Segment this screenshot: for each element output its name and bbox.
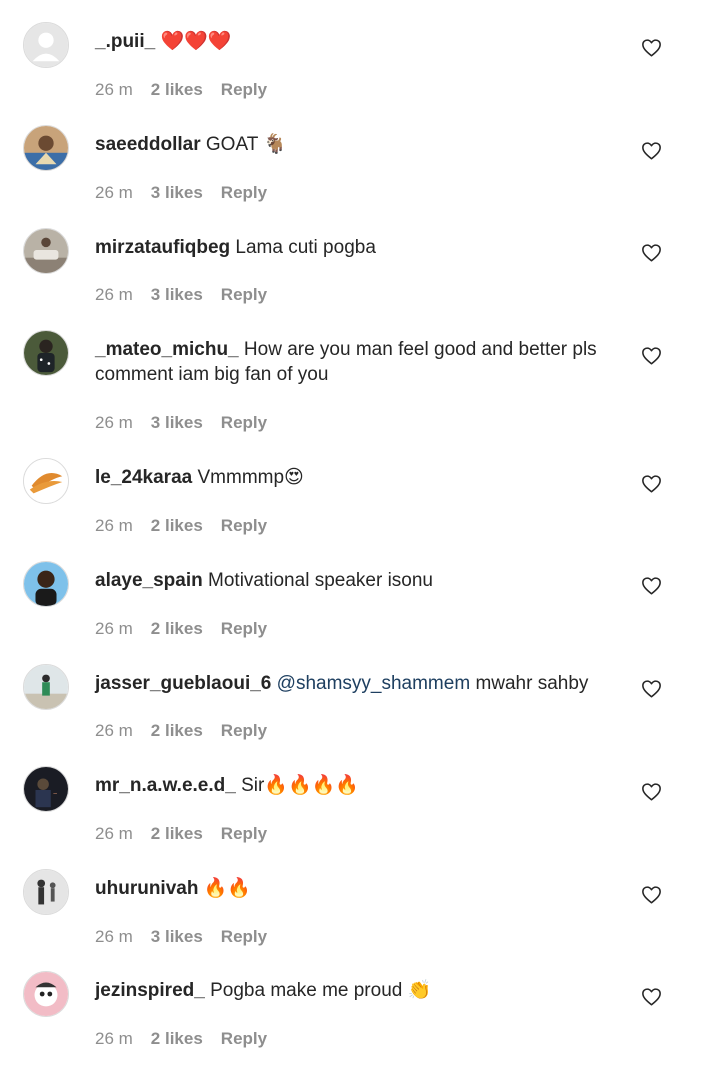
comment-text: Motivational speaker isonu — [208, 570, 433, 591]
comment-text: GOAT 🐐 — [205, 134, 287, 155]
comment-username[interactable]: le_24karaa — [95, 467, 192, 488]
comment-timestamp: 26 m — [95, 285, 133, 304]
likes-count-button[interactable]: 3 likes — [151, 413, 203, 432]
comment-timestamp: 26 m — [95, 80, 133, 99]
comment-timestamp: 26 m — [95, 516, 133, 535]
avatar[interactable] — [23, 561, 69, 607]
comment-body: jasser_gueblaoui_6 @shamsyy_shammem mwah… — [95, 671, 625, 696]
comment-timestamp: 26 m — [95, 619, 133, 638]
likes-count-button[interactable]: 2 likes — [151, 619, 203, 638]
comment-timestamp: 26 m — [95, 824, 133, 843]
heart-outline-icon[interactable] — [641, 38, 662, 57]
comment-timestamp: 26 m — [95, 413, 133, 432]
avatar[interactable] — [23, 458, 69, 504]
comment-body: le_24karaa Vmmmmp😍 — [95, 465, 625, 490]
comment-username[interactable]: _.puii_ — [95, 31, 155, 52]
comment-body: alaye_spain Motivational speaker isonu — [95, 568, 625, 593]
comment-body: _.puii_ ❤️❤️❤️ — [95, 29, 625, 54]
reply-button[interactable]: Reply — [221, 183, 267, 202]
reply-button[interactable]: Reply — [221, 927, 267, 946]
avatar[interactable] — [23, 125, 69, 171]
comment-timestamp: 26 m — [95, 927, 133, 946]
heart-outline-icon[interactable] — [641, 679, 662, 698]
likes-count-button[interactable]: 3 likes — [151, 183, 203, 202]
comment-body: _mateo_michu_ How are you man feel good … — [95, 337, 625, 387]
comment-text: 🔥🔥 — [203, 878, 252, 899]
comment-text: Vmmmmp😍 — [197, 467, 304, 488]
comment-username[interactable]: _mateo_michu_ — [95, 339, 239, 360]
comment-username[interactable]: mr_n.a.w.e.e.d_ — [95, 775, 236, 796]
comment-meta: 26 m 2 likes Reply — [95, 824, 267, 844]
avatar[interactable] — [23, 869, 69, 915]
comment-meta: 26 m 2 likes Reply — [95, 80, 267, 100]
comment-username[interactable]: mirzataufiqbeg — [95, 237, 230, 258]
default-avatar-icon[interactable] — [23, 22, 69, 68]
comment-text: mwahr sahby — [475, 673, 589, 694]
comment-meta: 26 m 2 likes Reply — [95, 721, 267, 741]
comment-username[interactable]: uhurunivah — [95, 878, 198, 899]
heart-outline-icon[interactable] — [641, 141, 662, 160]
comment-meta: 26 m 3 likes Reply — [95, 413, 267, 433]
svg-text:~: ~ — [53, 792, 58, 798]
likes-count-button[interactable]: 2 likes — [151, 721, 203, 740]
reply-button[interactable]: Reply — [221, 413, 267, 432]
avatar[interactable]: ~ — [23, 766, 69, 812]
comment-username[interactable]: jezinspired_ — [95, 980, 205, 1001]
comment-meta: 26 m 2 likes Reply — [95, 619, 267, 639]
heart-outline-icon[interactable] — [641, 782, 662, 801]
likes-count-button[interactable]: 2 likes — [151, 1029, 203, 1048]
comment-text: ❤️❤️❤️ — [160, 31, 232, 52]
comment-meta: 26 m 3 likes Reply — [95, 285, 267, 305]
avatar[interactable] — [23, 330, 69, 376]
comment-username[interactable]: saeeddollar — [95, 134, 201, 155]
avatar[interactable] — [23, 664, 69, 710]
likes-count-button[interactable]: 2 likes — [151, 824, 203, 843]
comment-timestamp: 26 m — [95, 721, 133, 740]
comment-meta: 26 m 3 likes Reply — [95, 183, 267, 203]
reply-button[interactable]: Reply — [221, 721, 267, 740]
comment-mention-link[interactable]: @shamsyy_shammem — [277, 673, 471, 694]
heart-outline-icon[interactable] — [641, 576, 662, 595]
likes-count-button[interactable]: 3 likes — [151, 285, 203, 304]
comment-timestamp: 26 m — [95, 183, 133, 202]
comment-text: Sir🔥🔥🔥🔥 — [241, 775, 359, 796]
comment-text: Pogba make me proud 👏 — [210, 980, 432, 1001]
comment-body: mirzataufiqbeg Lama cuti pogba — [95, 235, 625, 260]
heart-outline-icon[interactable] — [641, 243, 662, 262]
avatar[interactable] — [23, 971, 69, 1017]
comment-meta: 26 m 2 likes Reply — [95, 516, 267, 536]
heart-outline-icon[interactable] — [641, 987, 662, 1006]
heart-outline-icon[interactable] — [641, 885, 662, 904]
comment-timestamp: 26 m — [95, 1029, 133, 1048]
reply-button[interactable]: Reply — [221, 1029, 267, 1048]
heart-outline-icon[interactable] — [641, 346, 662, 365]
comment-meta: 26 m 3 likes Reply — [95, 927, 267, 947]
comment-body: jezinspired_ Pogba make me proud 👏 — [95, 978, 625, 1003]
heart-outline-icon[interactable] — [641, 474, 662, 493]
reply-button[interactable]: Reply — [221, 824, 267, 843]
comment-text: Lama cuti pogba — [235, 237, 376, 258]
likes-count-button[interactable]: 3 likes — [151, 927, 203, 946]
reply-button[interactable]: Reply — [221, 619, 267, 638]
comment-username[interactable]: alaye_spain — [95, 570, 203, 591]
reply-button[interactable]: Reply — [221, 516, 267, 535]
comment-body: mr_n.a.w.e.e.d_ Sir🔥🔥🔥🔥 — [95, 773, 625, 798]
comment-body: saeeddollar GOAT 🐐 — [95, 132, 625, 157]
reply-button[interactable]: Reply — [221, 285, 267, 304]
comment-meta: 26 m 2 likes Reply — [95, 1029, 267, 1049]
likes-count-button[interactable]: 2 likes — [151, 516, 203, 535]
comment-username[interactable]: jasser_gueblaoui_6 — [95, 673, 271, 694]
likes-count-button[interactable]: 2 likes — [151, 80, 203, 99]
comment-body: uhurunivah 🔥🔥 — [95, 876, 625, 901]
reply-button[interactable]: Reply — [221, 80, 267, 99]
avatar[interactable] — [23, 228, 69, 274]
